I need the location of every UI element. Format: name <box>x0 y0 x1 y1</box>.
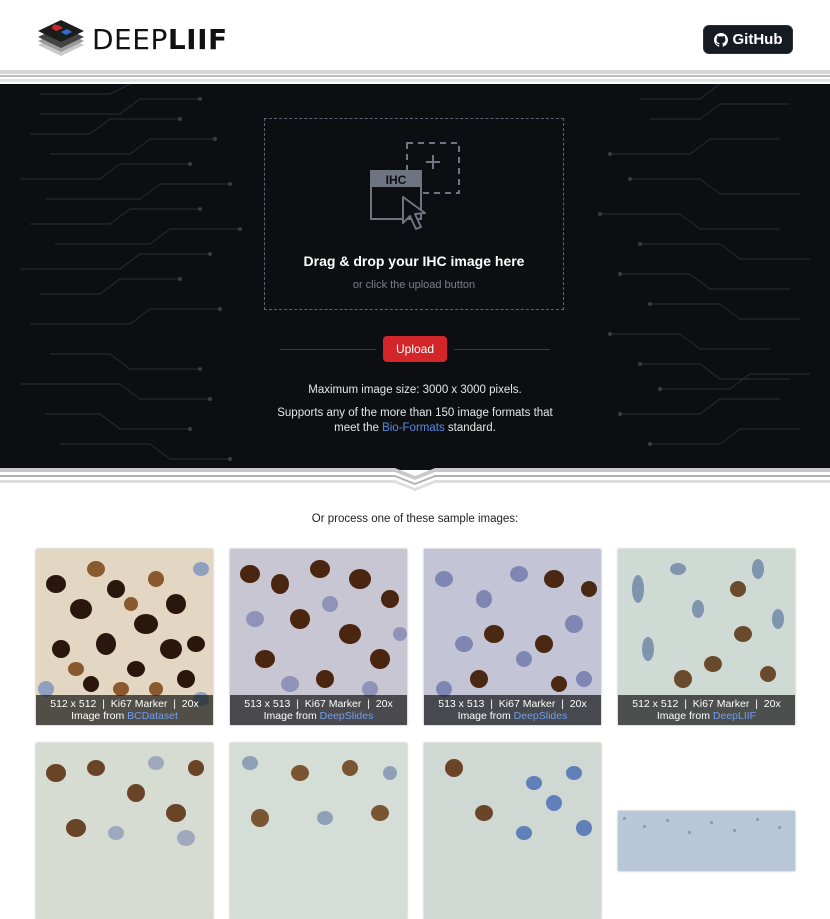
sample-marker: Ki67 Marker <box>498 698 556 710</box>
logo-text-bold: LIIF <box>167 23 228 56</box>
sample-image-card[interactable] <box>618 811 795 871</box>
sample-image-card[interactable] <box>36 743 213 919</box>
sample-size: 512 x 512 <box>50 698 97 710</box>
sample-image-card[interactable]: 512 x 512 | Ki67 Marker | 20x Image from… <box>36 549 213 725</box>
drop-zone[interactable]: IHC Drag & drop your IHC image here or c… <box>264 118 564 310</box>
sample-thumbnail <box>618 811 795 871</box>
upload-button[interactable]: Upload <box>383 336 447 362</box>
sample-zoom: 20x <box>181 698 199 710</box>
sample-source-prefix: Image from <box>71 710 125 722</box>
ihc-icon-label: IHC <box>386 173 407 187</box>
sample-caption: 513 x 513 | Ki67 Marker | 20x Image from… <box>230 695 407 725</box>
sample-source-prefix: Image from <box>457 710 511 722</box>
drop-title: Drag & drop your IHC image here <box>303 253 525 269</box>
sample-caption: 512 x 512 | Ki67 Marker | 20x Image from… <box>618 695 795 725</box>
sample-thumbnail <box>424 743 601 919</box>
logo-icon <box>38 20 84 56</box>
sample-image-card[interactable]: 512 x 512 | Ki67 Marker | 20x Image from… <box>618 549 795 725</box>
samples-title: Or process one of these sample images: <box>311 513 519 525</box>
sample-image-card[interactable]: 513 x 513 | Ki67 Marker | 20x Image from… <box>230 549 407 725</box>
sample-image-card[interactable]: 513 x 513 | Ki67 Marker | 20x Image from… <box>424 549 601 725</box>
sample-marker: Ki67 Marker <box>110 698 168 710</box>
upload-hero: IHC Drag & drop your IHC image here or c… <box>0 84 830 470</box>
github-icon <box>713 32 728 47</box>
sample-thumbnail <box>36 743 213 919</box>
deepliif-logo[interactable]: DEEPLIIF <box>36 18 228 62</box>
bottom-stripes <box>0 468 830 491</box>
drop-subtitle: or click the upload button <box>352 279 476 291</box>
sample-marker: Ki67 Marker <box>692 698 750 710</box>
ihc-upload-icon: IHC <box>370 142 460 230</box>
sample-zoom: 20x <box>569 698 587 710</box>
sample-size: 512 x 512 <box>632 698 679 710</box>
header: DEEPLIIF GitHub <box>0 0 830 72</box>
sample-caption: 513 x 513 | Ki67 Marker | 20x Image from… <box>424 695 601 725</box>
sample-source-link[interactable]: BCDataset <box>127 710 178 722</box>
bio-formats-link[interactable]: Bio-Formats <box>382 422 445 434</box>
sample-source-link[interactable]: DeepSlides <box>514 710 568 722</box>
github-label: GitHub <box>732 31 783 48</box>
sample-source-prefix: Image from <box>263 710 317 722</box>
upload-divider-left <box>280 349 376 350</box>
formats-suffix: standard. <box>447 422 496 434</box>
sample-source-link[interactable]: DeepLIIF <box>713 710 756 722</box>
sample-image-card[interactable] <box>230 743 407 919</box>
sample-source-link[interactable]: DeepSlides <box>320 710 374 722</box>
github-button[interactable]: GitHub <box>703 25 793 54</box>
sample-source-prefix: Image from <box>656 710 710 722</box>
sample-zoom: 20x <box>375 698 393 710</box>
logo-text-light: DEEP <box>92 23 168 56</box>
formats-text: Supports any of the more than 150 image … <box>270 406 560 436</box>
sample-zoom: 20x <box>763 698 781 710</box>
sample-size: 513 x 513 <box>438 698 485 710</box>
upload-divider-right <box>454 349 550 350</box>
sample-marker: Ki67 Marker <box>304 698 362 710</box>
sample-image-card[interactable] <box>424 743 601 919</box>
sample-caption: 512 x 512 | Ki67 Marker | 20x Image from… <box>36 695 213 725</box>
max-size-text: Maximum image size: 3000 x 3000 pixels. <box>308 384 522 396</box>
sample-thumbnail <box>230 743 407 919</box>
sample-size: 513 x 513 <box>244 698 291 710</box>
